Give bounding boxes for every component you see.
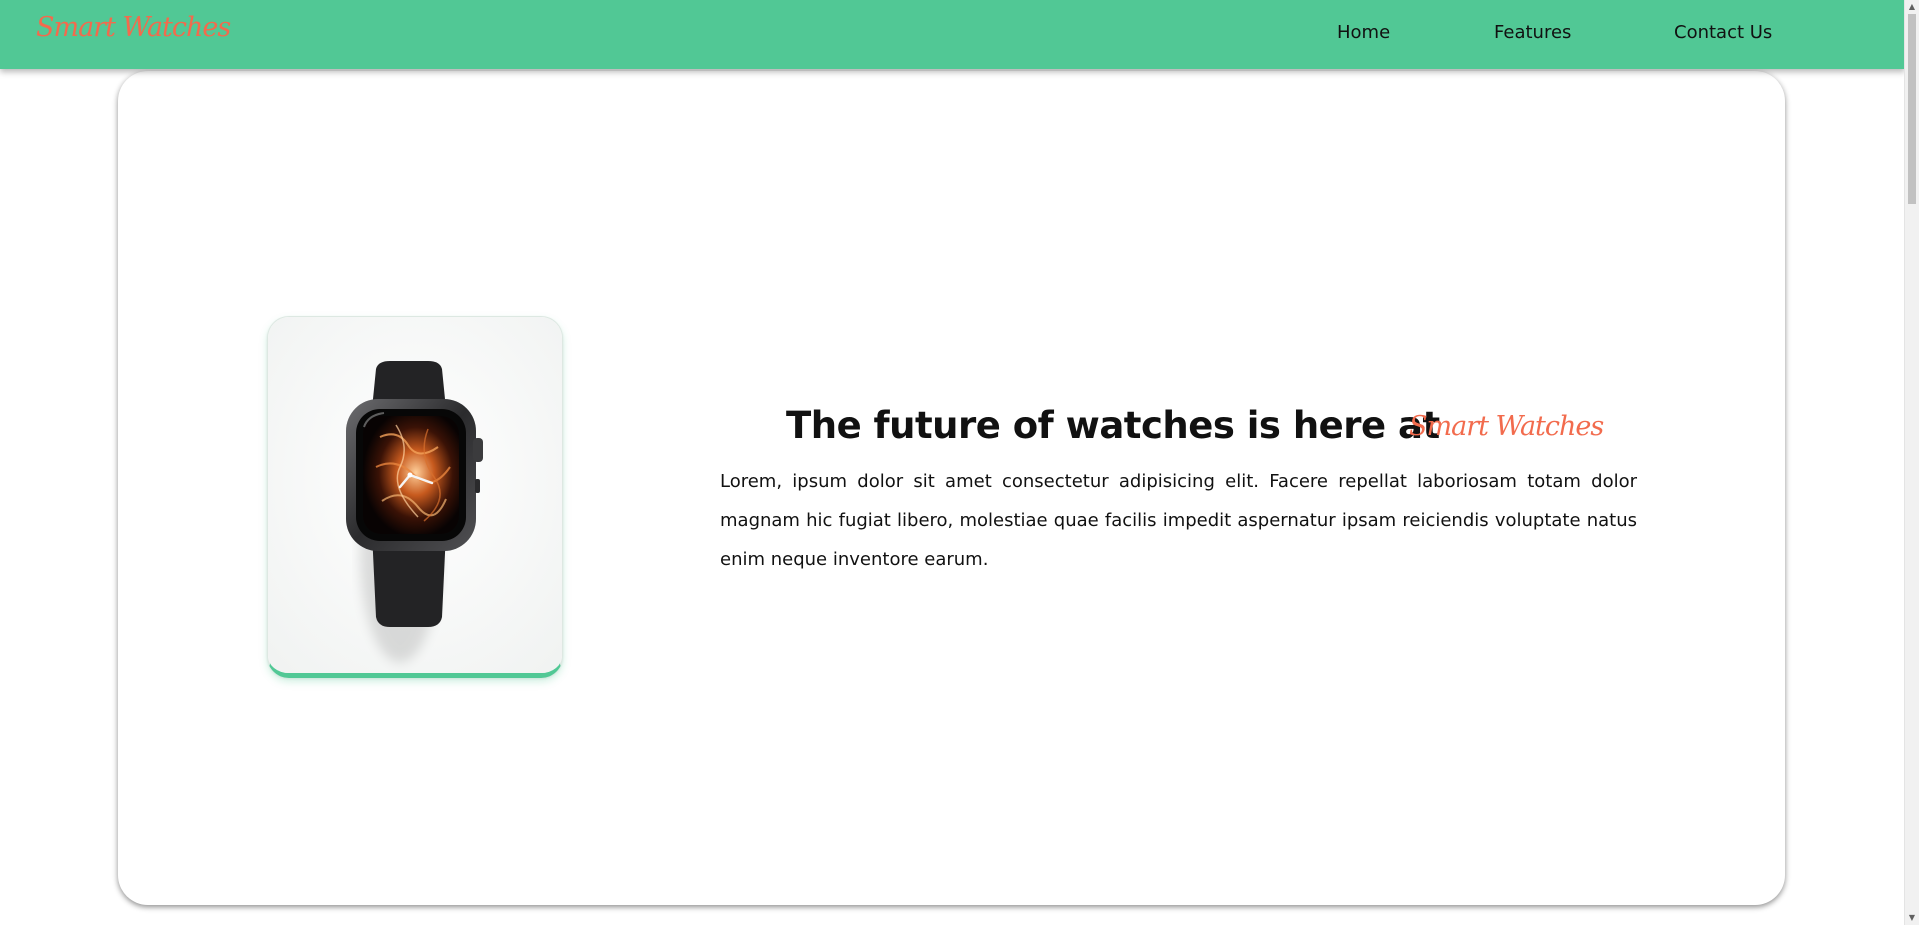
scrollbar-thumb[interactable] — [1908, 14, 1916, 204]
product-image-card — [267, 316, 563, 678]
hero-headline: The future of watches is here at — [786, 404, 1440, 447]
scroll-down-arrow-icon[interactable]: ▼ — [1905, 911, 1919, 925]
scroll-up-arrow-icon[interactable]: ▲ — [1905, 0, 1919, 14]
top-navbar: Smart Watches Home Features Contact Us — [0, 0, 1905, 69]
vertical-scrollbar[interactable]: ▲ ▼ — [1904, 0, 1919, 925]
nav-link-home[interactable]: Home — [1337, 22, 1390, 43]
hero-headline-brand: Smart Watches — [1409, 411, 1604, 442]
nav-links: Home Features Contact Us — [0, 22, 1905, 52]
nav-link-contact-us[interactable]: Contact Us — [1674, 22, 1772, 43]
hero-description: Lorem, ipsum dolor sit amet consectetur … — [720, 471, 1637, 570]
smartwatch-image — [268, 317, 562, 673]
nav-link-features[interactable]: Features — [1494, 22, 1571, 43]
